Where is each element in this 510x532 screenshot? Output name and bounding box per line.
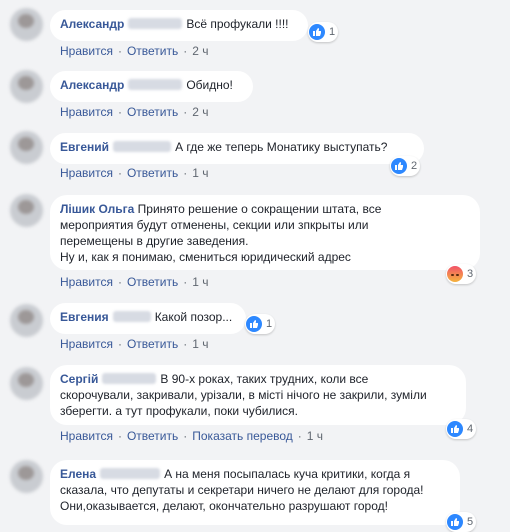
translate-link[interactable]: Показать перевод — [192, 429, 293, 443]
separator-dot: · — [117, 429, 122, 443]
avatar[interactable] — [10, 304, 43, 337]
like-icon — [391, 158, 407, 174]
comment-actions: Нравится · Ответить · 1 ч — [60, 337, 209, 351]
separator-dot: · — [117, 337, 122, 351]
comment-author[interactable]: Александр — [60, 17, 124, 31]
reactions-badge[interactable]: 2 — [390, 156, 421, 176]
reply-link[interactable]: Ответить — [127, 429, 178, 443]
comment-bubble: Евгений А где же теперь Монатику выступат… — [50, 133, 424, 164]
separator-dot: · — [183, 275, 188, 289]
separator-dot: · — [117, 166, 122, 180]
like-link[interactable]: Нравится — [60, 166, 113, 180]
reaction-count: 2 — [411, 160, 418, 172]
like-link[interactable]: Нравится — [60, 105, 113, 119]
blurred-name — [128, 79, 183, 90]
comment-author[interactable]: Лішик Ольга — [60, 202, 134, 216]
separator-dot: · — [117, 44, 122, 58]
comment-bubble: Александр Всё профукали !!!! — [50, 10, 308, 41]
separator-dot: · — [183, 44, 188, 58]
reply-link[interactable]: Ответить — [127, 275, 178, 289]
like-link[interactable]: Нравится — [60, 44, 113, 58]
separator-dot: · — [183, 105, 188, 119]
like-icon — [447, 514, 463, 530]
comment-bubble: Александр Обидно! — [50, 71, 253, 102]
reaction-count: 5 — [467, 516, 474, 528]
avatar[interactable] — [10, 8, 43, 41]
blurred-name — [112, 311, 151, 322]
separator-dot: · — [117, 105, 122, 119]
comment-time[interactable]: 1 ч — [192, 166, 208, 180]
reactions-badge[interactable]: 3 — [446, 264, 477, 284]
avatar[interactable] — [10, 194, 43, 227]
comment-text: Всё профукали !!!! — [186, 17, 289, 31]
separator-dot: · — [117, 275, 122, 289]
reactions-badge[interactable]: 1 — [308, 22, 339, 42]
separator-dot: · — [183, 337, 188, 351]
comment-actions: Нравится · Ответить · 1 ч — [60, 166, 209, 180]
comment-author[interactable]: Александр — [60, 78, 124, 92]
avatar[interactable] — [10, 367, 43, 400]
reply-link[interactable]: Ответить — [127, 166, 178, 180]
separator-dot: · — [183, 166, 188, 180]
angry-icon — [447, 266, 463, 282]
avatar[interactable] — [10, 70, 43, 103]
reactions-badge[interactable]: 4 — [446, 419, 477, 439]
reaction-count: 1 — [266, 318, 273, 330]
comment-actions: Нравится · Ответить · 2 ч — [60, 105, 209, 119]
reactions-badge[interactable]: 1 — [245, 314, 276, 334]
comment-time[interactable]: 1 ч — [192, 275, 208, 289]
comment-bubble: Елена А на меня посыпалась куча критики, … — [50, 460, 460, 525]
comment-bubble: Евгения Какой позор... — [50, 303, 246, 334]
comment-text: Обидно! — [186, 78, 233, 92]
comment-time[interactable]: 1 ч — [307, 429, 323, 443]
reaction-count: 1 — [329, 26, 336, 38]
blurred-name — [102, 373, 157, 384]
separator-dot: · — [297, 429, 302, 443]
like-icon — [447, 421, 463, 437]
reply-link[interactable]: Ответить — [127, 337, 178, 351]
reaction-count: 3 — [467, 268, 474, 280]
avatar[interactable] — [10, 131, 43, 164]
comment-actions: Нравится · Ответить · Показать перевод · 1 ч — [60, 429, 323, 443]
separator-dot: · — [183, 429, 188, 443]
comment-actions: Нравится · Ответить · 1 ч — [60, 275, 209, 289]
like-link[interactable]: Нравится — [60, 429, 113, 443]
blurred-name — [113, 141, 172, 152]
reactions-badge[interactable]: 5 — [446, 512, 477, 532]
comment-time[interactable]: 2 ч — [192, 44, 208, 58]
reaction-count: 4 — [467, 423, 474, 435]
reply-link[interactable]: Ответить — [127, 44, 178, 58]
comment-author[interactable]: Евгения — [60, 310, 109, 324]
reply-link[interactable]: Ответить — [127, 105, 178, 119]
comment-bubble: Лішик Ольга Принято решение о сокращении… — [50, 195, 480, 270]
blurred-name — [100, 468, 161, 479]
like-icon — [309, 24, 325, 40]
comment-author[interactable]: Сергій — [60, 372, 98, 386]
like-icon — [246, 316, 262, 332]
comment-text: Какой позор... — [154, 310, 233, 324]
comment-time[interactable]: 1 ч — [192, 337, 208, 351]
comment-author[interactable]: Евгений — [60, 140, 109, 154]
comment-text: А где же теперь Монатику выступать? — [175, 140, 388, 154]
like-link[interactable]: Нравится — [60, 337, 113, 351]
comment-actions: Нравится · Ответить · 2 ч — [60, 44, 209, 58]
comment-bubble: Сергій В 90-х роках, таких трудних, коли … — [50, 365, 466, 425]
avatar[interactable] — [10, 460, 43, 493]
comment-author[interactable]: Елена — [60, 467, 96, 481]
comment-time[interactable]: 2 ч — [192, 105, 208, 119]
blurred-name — [128, 18, 183, 29]
like-link[interactable]: Нравится — [60, 275, 113, 289]
